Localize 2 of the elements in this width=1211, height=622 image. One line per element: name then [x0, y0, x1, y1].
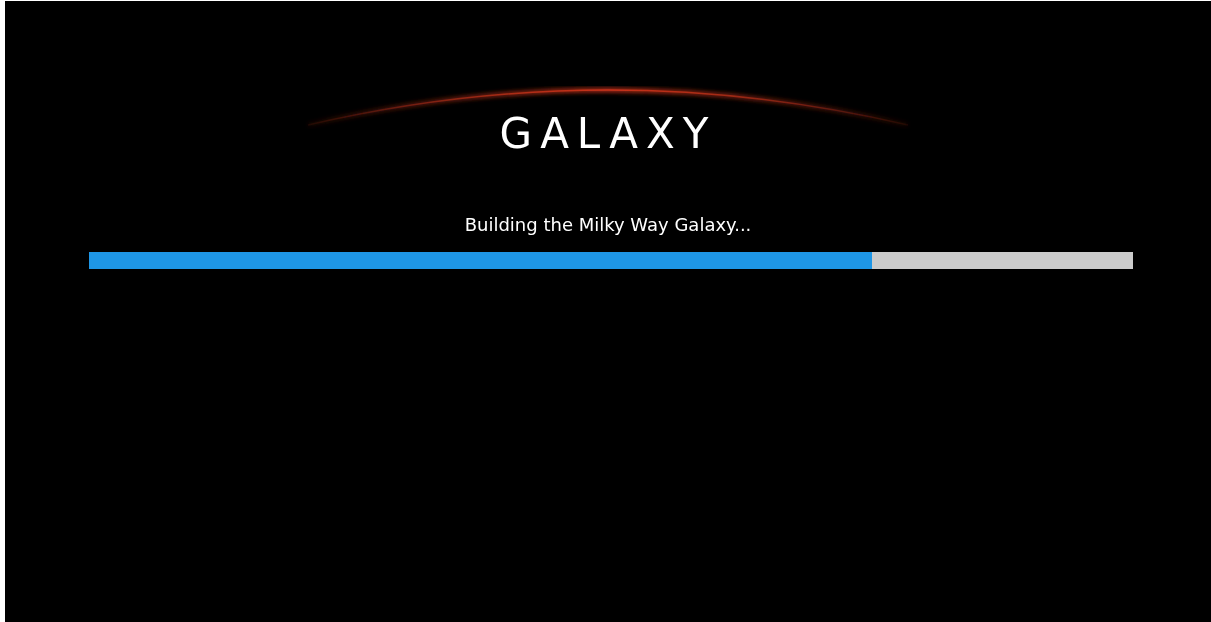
app-title: GALAXY — [498, 113, 718, 155]
status-text: Building the Milky Way Galaxy... — [463, 213, 753, 237]
